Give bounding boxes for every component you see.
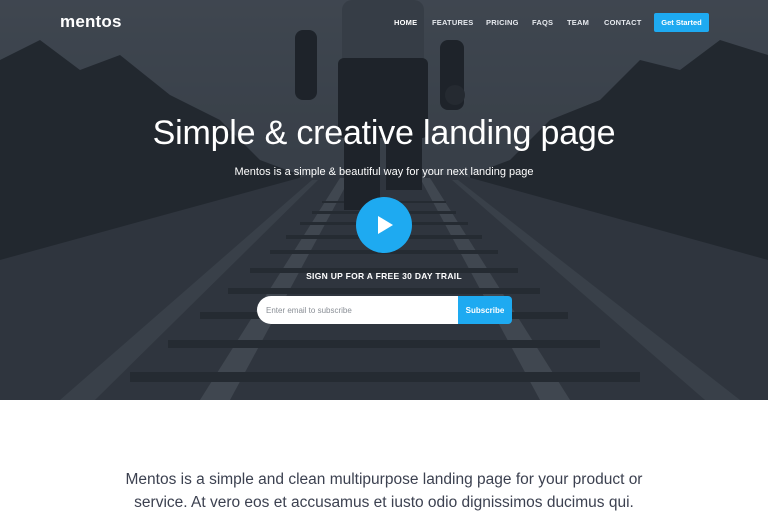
top-navbar: mentos HOME FEATURES PRICING FAQS TEAM C… [0,0,768,46]
play-icon [378,216,393,234]
nav-item-contact[interactable]: CONTACT [604,18,642,27]
brand-logo[interactable]: mentos [60,12,122,32]
subscribe-button[interactable]: Subscribe [458,296,512,324]
hero-section: mentos HOME FEATURES PRICING FAQS TEAM C… [0,0,768,400]
nav-item-home[interactable]: HOME [394,18,417,27]
hero-subtitle: Mentos is a simple & beautiful way for y… [234,166,534,178]
nav-item-features[interactable]: FEATURES [432,18,473,27]
intro-text-line-2: service. At vero eos et accusamus et ius… [134,494,634,511]
signup-heading: SIGN UP FOR A FREE 30 DAY TRAIL [306,271,462,281]
intro-section: Mentos is a simple and clean multipurpos… [0,468,768,514]
email-input[interactable] [257,296,458,324]
nav-item-pricing[interactable]: PRICING [486,18,519,27]
nav-item-team[interactable]: TEAM [567,18,589,27]
nav-item-faqs[interactable]: FAQS [532,18,553,27]
hero-title: Simple & creative landing page [152,114,616,152]
play-video-button[interactable] [356,197,412,253]
get-started-button[interactable]: Get Started [654,13,709,32]
subscribe-form: Subscribe [257,296,512,324]
intro-text-line-1: Mentos is a simple and clean multipurpos… [125,471,643,488]
